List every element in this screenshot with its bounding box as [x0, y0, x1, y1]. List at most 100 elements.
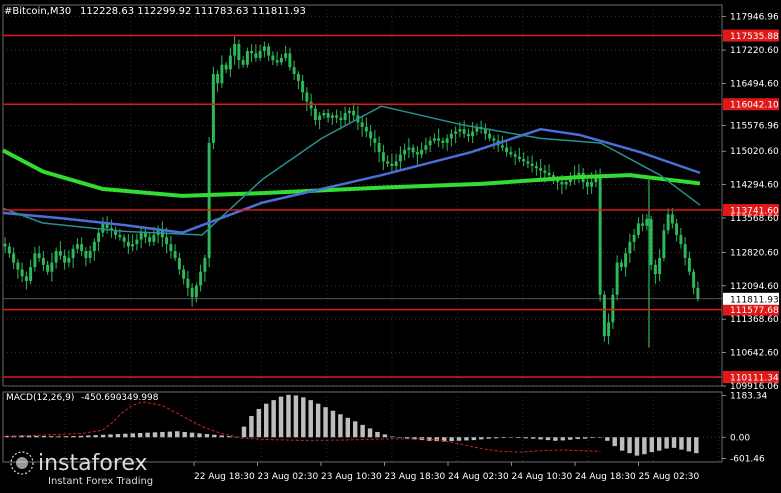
- symbol-label: #Bitcoin,M30: [4, 6, 71, 17]
- time-tick-label: 24 Aug 18:30: [575, 472, 636, 482]
- level-tag-label: 117535.88: [730, 32, 779, 42]
- time-tick-label: 22 Aug 18:30: [194, 472, 255, 482]
- macd-histogram-bar: [160, 431, 165, 438]
- candle-body: [190, 287, 194, 298]
- current-price-label: 111811.93: [730, 295, 779, 305]
- candle-body: [245, 50, 249, 65]
- candle-body: [224, 64, 228, 70]
- macd-histogram-bar: [390, 436, 395, 438]
- watermark-tagline: Instant Forex Trading: [48, 476, 153, 487]
- candle-body: [641, 223, 645, 226]
- candle-body: [173, 251, 177, 258]
- candle-body: [122, 237, 126, 242]
- candle-body: [296, 73, 300, 81]
- candle-body: [41, 257, 45, 265]
- candle-body: [407, 147, 411, 150]
- candle-body: [390, 163, 394, 166]
- candle-body: [347, 110, 351, 114]
- macd-histogram-bar: [360, 424, 365, 438]
- macd-histogram-bar: [530, 437, 536, 439]
- macd-histogram-bar: [501, 437, 506, 438]
- candle-body: [598, 175, 602, 295]
- candle-body: [135, 239, 139, 245]
- candle-body: [220, 64, 224, 84]
- macd-histogram-bar: [48, 436, 54, 438]
- ohlc-readout: 112228.63 112299.92 111783.63 111811.93: [80, 6, 306, 17]
- candle-body: [330, 115, 334, 118]
- macd-histogram-bar: [249, 416, 254, 438]
- candle-body: [139, 232, 143, 240]
- candle-body: [509, 152, 513, 155]
- macd-histogram-bar: [456, 437, 462, 441]
- candle-body: [658, 257, 662, 275]
- candle-body: [505, 147, 509, 153]
- candle-body: [483, 129, 487, 134]
- candle-body: [63, 255, 67, 263]
- macd-histogram-bar: [649, 437, 655, 453]
- candle-body: [449, 133, 453, 139]
- candle-body: [653, 264, 657, 275]
- candle-body: [692, 271, 696, 288]
- candle-body: [454, 131, 458, 134]
- candle-body: [517, 156, 521, 160]
- candle-body: [492, 138, 496, 141]
- candle-body: [662, 230, 666, 258]
- candle-body: [628, 241, 632, 254]
- candle-body: [169, 244, 173, 252]
- candle-body: [369, 131, 373, 139]
- price-tick-label: 114294.60: [730, 181, 779, 191]
- candle-body: [199, 271, 203, 286]
- candle-body: [394, 161, 398, 166]
- candle-body: [381, 152, 385, 162]
- macd-signal-value: -349.998: [118, 393, 159, 403]
- candle-body: [131, 244, 135, 247]
- candle-body: [458, 129, 462, 132]
- candle-body: [101, 223, 105, 233]
- candle-body: [24, 276, 28, 281]
- candle-body: [522, 159, 526, 162]
- candle-body: [126, 241, 130, 247]
- macd-histogram-bar: [679, 437, 684, 450]
- candle-body: [97, 232, 101, 242]
- candle-body: [182, 269, 186, 279]
- candle-body: [16, 262, 20, 270]
- trading-chart[interactable]: 117535.88 116042.10 113741.60 111577.68 1101…: [0, 0, 781, 489]
- macd-histogram-bar: [41, 436, 47, 438]
- macd-histogram-bar: [590, 437, 595, 438]
- candle-body: [513, 154, 517, 157]
- macd-histogram-bar: [197, 433, 202, 438]
- macd-histogram-bar: [664, 437, 669, 449]
- candle-body: [670, 214, 674, 224]
- candle-body: [118, 234, 122, 238]
- price-tick-label: 110642.60: [730, 349, 779, 359]
- candle-body: [254, 53, 258, 58]
- candle-body: [241, 60, 245, 65]
- macd-histogram-bar: [308, 400, 313, 438]
- time-tick-label: 24 Aug 02:30: [448, 472, 509, 482]
- macd-tick-label: 0.00: [730, 433, 750, 443]
- macd-histogram-bar: [108, 434, 113, 438]
- macd-main-value: -450.690: [81, 393, 122, 403]
- chart-canvas: 117535.88116042.10113741.60111577.681101…: [0, 0, 781, 489]
- macd-histogram-bar: [130, 433, 135, 438]
- candle-body: [649, 218, 653, 265]
- macd-histogram-bar: [323, 407, 328, 438]
- candle-body: [313, 108, 317, 120]
- candle-body: [335, 115, 339, 118]
- candle-body: [607, 322, 611, 337]
- candle-body: [262, 46, 266, 51]
- candle-body: [322, 113, 326, 116]
- candle-body: [398, 154, 402, 162]
- macd-histogram-bar: [256, 408, 262, 438]
- macd-histogram-bar: [175, 431, 180, 438]
- candle-body: [177, 257, 181, 270]
- candle-body: [377, 142, 381, 153]
- candle-body: [211, 73, 215, 143]
- candle-body: [148, 237, 152, 242]
- price-tick-label: 117220.60: [730, 46, 779, 56]
- candle-body: [696, 287, 700, 299]
- candle-body: [683, 244, 687, 258]
- candle-body: [165, 237, 169, 245]
- candle-body: [560, 182, 564, 185]
- macd-histogram-bar: [656, 437, 662, 451]
